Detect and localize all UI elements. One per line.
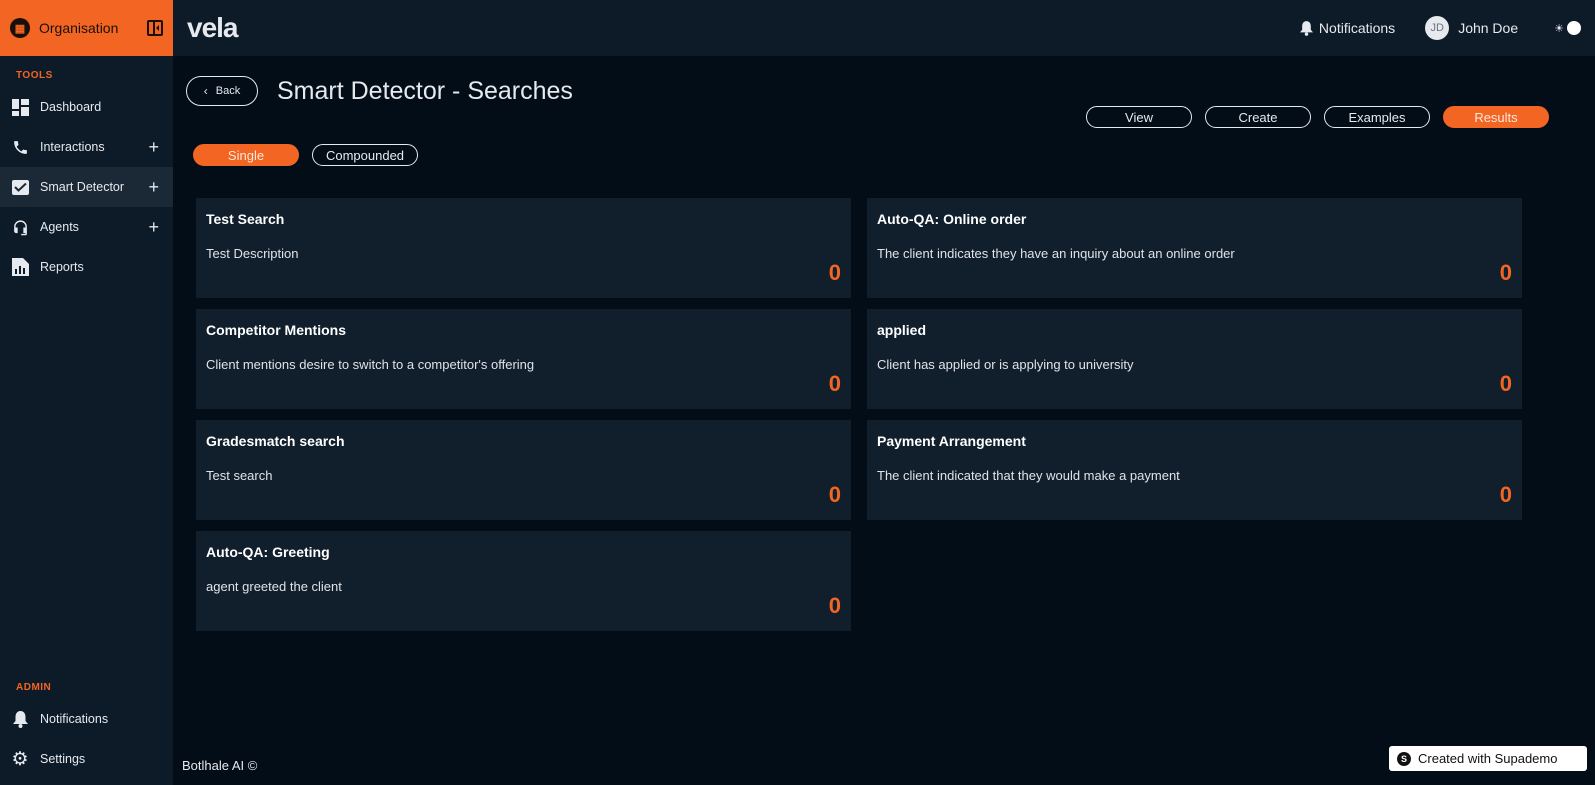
sidebar-item-label: Reports bbox=[40, 260, 84, 274]
sidebar-item-label: Settings bbox=[40, 752, 86, 766]
gear-icon: ⚙ bbox=[11, 748, 29, 770]
expand-plus-icon[interactable]: + bbox=[148, 138, 159, 156]
building-icon: ▦ bbox=[10, 18, 30, 38]
smart-detector-icon bbox=[11, 178, 29, 196]
toggle-knob bbox=[1567, 21, 1581, 35]
card-description: Client mentions desire to switch to a co… bbox=[206, 357, 535, 372]
card-description: Client has applied or is applying to uni… bbox=[877, 357, 1134, 372]
card-description: The client indicates they have an inquir… bbox=[877, 246, 1235, 261]
theme-toggle[interactable]: ☀ bbox=[1554, 21, 1581, 35]
main-content: ‹ Back Smart Detector - Searches View Cr… bbox=[173, 56, 1595, 785]
logo-text: vela bbox=[187, 12, 238, 43]
top-bar: vela Notifications JD John Doe ☀ bbox=[173, 0, 1595, 56]
notifications-label: Notifications bbox=[1318, 20, 1396, 36]
search-card-online-order[interactable]: Auto-QA: Online order The client indicat… bbox=[867, 198, 1522, 298]
collapse-sidebar-icon[interactable] bbox=[147, 20, 163, 36]
card-title: Competitor Mentions bbox=[206, 322, 346, 338]
back-button[interactable]: ‹ Back bbox=[186, 76, 258, 106]
headset-icon bbox=[11, 218, 29, 236]
card-count: 0 bbox=[828, 593, 841, 618]
sidebar-item-label: Interactions bbox=[40, 140, 105, 154]
tab-results[interactable]: Results bbox=[1443, 106, 1549, 128]
sidebar-item-dashboard[interactable]: Dashboard bbox=[0, 87, 173, 127]
back-label: Back bbox=[215, 85, 241, 97]
tab-single[interactable]: Single bbox=[193, 144, 299, 166]
card-count: 0 bbox=[1499, 371, 1512, 396]
sidebar-item-smart-detector[interactable]: Smart Detector + bbox=[0, 167, 173, 207]
sidebar-item-reports[interactable]: Reports bbox=[0, 247, 173, 287]
sidebar: ▦ Organisation TOOLS Dashboard Interacti… bbox=[0, 0, 173, 785]
tab-view[interactable]: View bbox=[1086, 106, 1192, 128]
card-title: Payment Arrangement bbox=[877, 433, 1026, 449]
page-title: Smart Detector - Searches bbox=[277, 77, 573, 105]
user-name: John Doe bbox=[1458, 20, 1519, 36]
organisation-label: Organisation bbox=[39, 20, 119, 36]
bell-icon bbox=[11, 710, 29, 728]
tab-examples[interactable]: Examples bbox=[1324, 106, 1430, 128]
footer-copyright: Botlhale AI © bbox=[182, 758, 258, 773]
card-title: Gradesmatch search bbox=[206, 433, 345, 449]
supademo-label: Created with Supademo bbox=[1418, 751, 1558, 766]
card-title: Test Search bbox=[206, 211, 285, 227]
card-title: Auto-QA: Greeting bbox=[206, 544, 330, 560]
dashboard-icon bbox=[11, 98, 29, 116]
sidebar-item-label: Dashboard bbox=[40, 100, 102, 114]
expand-plus-icon[interactable]: + bbox=[148, 178, 159, 196]
report-icon bbox=[11, 258, 29, 276]
search-card-competitor-mentions[interactable]: Competitor Mentions Client mentions desi… bbox=[196, 309, 851, 409]
sidebar-item-notifications[interactable]: Notifications bbox=[0, 699, 173, 739]
card-description: Test Description bbox=[206, 246, 299, 261]
user-menu[interactable]: JD John Doe bbox=[1425, 16, 1518, 40]
sidebar-item-agents[interactable]: Agents + bbox=[0, 207, 173, 247]
admin-section: ADMIN Notifications ⚙ Settings bbox=[0, 682, 173, 785]
supademo-badge[interactable]: S Created with Supademo bbox=[1389, 746, 1587, 771]
search-card-payment-arrangement[interactable]: Payment Arrangement The client indicated… bbox=[867, 420, 1522, 520]
card-description: Test search bbox=[206, 468, 273, 483]
card-count: 0 bbox=[1499, 482, 1512, 507]
phone-icon bbox=[11, 138, 29, 156]
sidebar-item-label: Smart Detector bbox=[40, 180, 125, 194]
sidebar-item-label: Notifications bbox=[40, 712, 109, 726]
notifications-button[interactable]: Notifications bbox=[1299, 20, 1396, 36]
sidebar-item-label: Agents bbox=[40, 220, 79, 234]
mode-tabs: Single Compounded bbox=[193, 144, 431, 166]
supademo-logo-icon: S bbox=[1397, 751, 1411, 766]
card-description: The client indicated that they would mak… bbox=[877, 468, 1180, 483]
card-count: 0 bbox=[1499, 260, 1512, 285]
card-count: 0 bbox=[828, 260, 841, 285]
card-title: Auto-QA: Online order bbox=[877, 211, 1027, 227]
sidebar-item-interactions[interactable]: Interactions + bbox=[0, 127, 173, 167]
sun-icon: ☀ bbox=[1554, 22, 1564, 35]
organisation-switcher[interactable]: ▦ Organisation bbox=[0, 0, 173, 56]
card-title: applied bbox=[877, 322, 927, 338]
vela-logo[interactable]: vela bbox=[187, 12, 238, 44]
chevron-left-icon: ‹ bbox=[203, 84, 208, 98]
expand-plus-icon[interactable]: + bbox=[148, 218, 159, 236]
card-count: 0 bbox=[828, 482, 841, 507]
card-description: agent greeted the client bbox=[206, 579, 342, 594]
search-card-gradesmatch[interactable]: Gradesmatch search Test search 0 bbox=[196, 420, 851, 520]
tab-compounded[interactable]: Compounded bbox=[312, 144, 418, 166]
avatar: JD bbox=[1425, 16, 1450, 40]
sidebar-item-settings[interactable]: ⚙ Settings bbox=[0, 739, 173, 779]
card-count: 0 bbox=[828, 371, 841, 396]
bell-icon bbox=[1299, 20, 1313, 36]
tools-section-title: TOOLS bbox=[16, 70, 53, 81]
tab-create[interactable]: Create bbox=[1205, 106, 1311, 128]
search-card-test-search[interactable]: Test Search Test Description 0 bbox=[196, 198, 851, 298]
search-card-greeting[interactable]: Auto-QA: Greeting agent greeted the clie… bbox=[196, 531, 851, 631]
view-tabs: View Create Examples Results bbox=[1073, 106, 1549, 128]
admin-section-title: ADMIN bbox=[16, 682, 52, 693]
search-card-applied[interactable]: applied Client has applied or is applyin… bbox=[867, 309, 1522, 409]
